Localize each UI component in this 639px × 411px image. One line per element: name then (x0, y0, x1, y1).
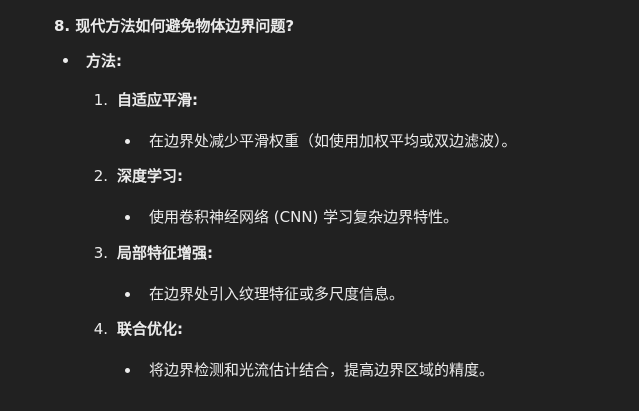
list-number: 1. (93, 91, 108, 109)
item-title: 深度学习: (117, 167, 183, 185)
bullet-dot (125, 368, 130, 373)
item-detail: 使用卷积神经网络 (CNN) 学习复杂边界特性。 (149, 208, 459, 226)
item-detail: 在边界处减少平滑权重（如使用加权平均或双边滤波）。 (149, 132, 517, 150)
list-number: 3. (93, 244, 108, 262)
list-number: 2. (93, 167, 108, 185)
item-detail: 将边界检测和光流估计结合，提高边界区域的精度。 (149, 361, 495, 379)
item-title: 局部特征增强: (117, 244, 213, 262)
page-heading: 8. 现代方法如何避免物体边界问题? (54, 17, 295, 35)
bullet-dot (63, 58, 68, 63)
list-number: 4. (93, 320, 108, 338)
item-detail: 在边界处引入纹理特征或多尺度信息。 (149, 285, 405, 303)
item-title: 联合优化: (117, 320, 183, 338)
item-title: 自适应平滑: (117, 91, 198, 109)
bullet-dot (125, 292, 130, 297)
bullet-dot (125, 215, 130, 220)
bullet-dot (125, 139, 130, 144)
section-label: 方法: (86, 52, 122, 70)
